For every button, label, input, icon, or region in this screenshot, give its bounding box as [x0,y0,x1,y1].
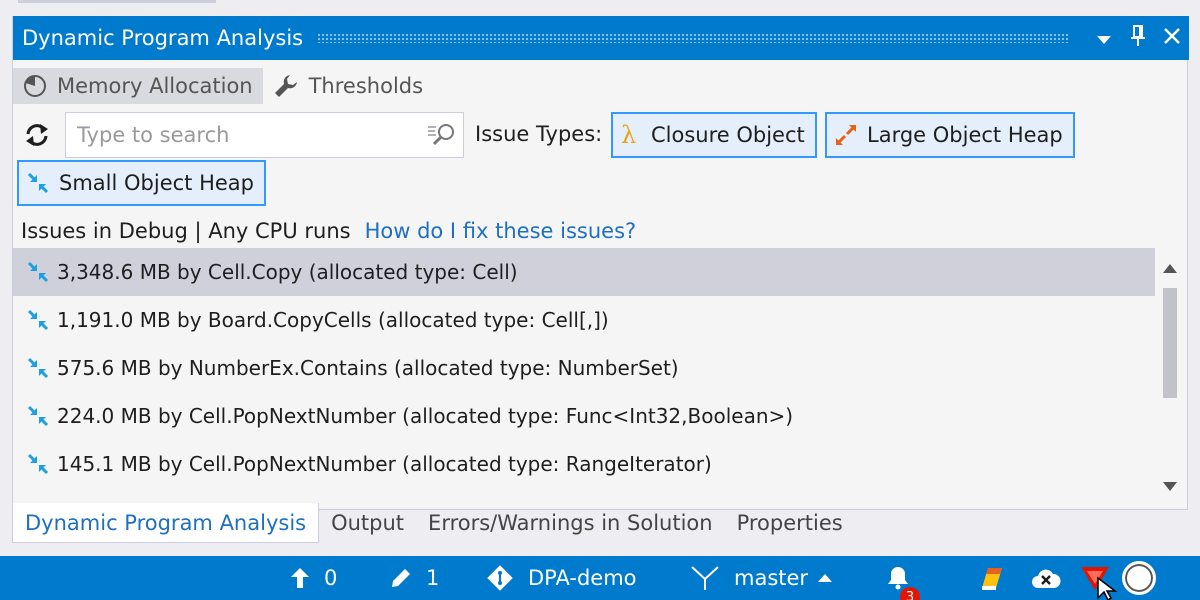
refresh-icon[interactable] [23,122,51,152]
wrench-icon [273,73,299,99]
notification-badge: 3 [900,587,920,600]
pin-icon [1130,24,1146,52]
list-item[interactable]: 1,191.0 MB by Board.CopyCells (allocated… [13,296,1155,344]
branch-status[interactable]: master [690,556,833,600]
scroll-thumb[interactable] [1163,288,1177,398]
dynamic-program-analysis-panel: Dynamic Program Analysis Memory Allocati… [12,16,1189,510]
issues-list: 3,348.6 MB by Cell.Copy (allocated type:… [13,248,1155,498]
compress-arrows-icon [27,453,49,475]
panel-titlebar[interactable]: Dynamic Program Analysis [13,16,1189,60]
compress-arrows-icon [27,261,49,283]
issue-text: 224.0 MB by Cell.PopNextNumber (allocate… [57,404,794,428]
top-strip [0,0,1200,16]
top-strip-stub [18,0,216,3]
chip-closure-object[interactable]: λ Closure Object [611,112,817,158]
tab-memory-allocation[interactable]: Memory Allocation [13,68,263,104]
list-item[interactable]: 3,348.6 MB by Cell.Copy (allocated type:… [13,248,1155,296]
close-icon [1163,26,1181,50]
compress-arrows-icon [27,172,49,194]
repo-status[interactable]: DPA-demo [486,556,637,600]
list-item[interactable]: 224.0 MB by Cell.PopNextNumber (allocate… [13,392,1155,440]
tab-label: Thresholds [308,74,424,98]
search-input[interactable] [66,113,406,157]
tab-properties[interactable]: Properties [725,503,855,543]
issue-text: 3,348.6 MB by Cell.Copy (allocated type:… [57,260,518,284]
notifications[interactable]: 3 [886,556,920,600]
status-circle-icon [1122,561,1156,595]
help-link[interactable]: How do I fix these issues? [365,219,637,243]
pie-chart-icon [23,74,47,98]
list-item[interactable]: 575.6 MB by NumberEx.Contains (allocated… [13,344,1155,392]
compress-arrows-icon [27,309,49,331]
titlebar-grip[interactable] [317,33,1069,43]
panel-title: Dynamic Program Analysis [22,26,304,50]
pin-button[interactable] [1121,16,1155,60]
mouse-cursor [1096,556,1118,600]
toolbar: Issue Types: λ Closure Object Large Obje… [13,110,1189,206]
issues-summary: Issues in Debug | Any CPU runs How do I f… [21,219,636,243]
edit-count: 1 [426,566,440,590]
issue-text: 1,191.0 MB by Board.CopyCells (allocated… [57,308,609,332]
cloud-sync-button[interactable] [1030,556,1062,600]
cloud-icon [1030,566,1062,590]
lambda-icon: λ [621,123,641,147]
expand-arrows-icon [835,124,857,146]
dropdown-button[interactable] [1087,16,1121,60]
compress-arrows-icon [27,405,49,427]
chip-label: Large Object Heap [867,123,1063,147]
search-box [65,112,464,158]
search-icon[interactable] [427,122,457,152]
chip-small-object-heap[interactable]: Small Object Heap [17,160,266,206]
issue-text: 575.6 MB by NumberEx.Contains (allocated… [57,356,679,380]
cursor-icon [1096,576,1118,600]
profiler-icon [978,564,1006,592]
compress-arrows-icon [27,357,49,379]
tab-dynamic-program-analysis[interactable]: Dynamic Program Analysis [12,503,320,543]
scroll-up-icon[interactable] [1162,260,1178,279]
profiler-button[interactable] [978,556,1006,600]
arrow-up-icon [290,567,310,589]
bell-icon: 3 [886,565,920,600]
chevron-down-icon [1097,26,1111,50]
issues-scrollbar[interactable] [1159,256,1181,496]
issue-types-label: Issue Types: [475,122,603,146]
chip-large-object-heap[interactable]: Large Object Heap [825,112,1075,158]
git-branch-icon [690,565,720,591]
svg-text:λ: λ [621,123,636,147]
chevron-up-icon [818,573,833,583]
pencil-icon [390,567,412,589]
push-status[interactable]: 0 [290,556,337,600]
close-button[interactable] [1155,16,1189,60]
edit-status[interactable]: 1 [390,556,439,600]
list-item[interactable]: 145.1 MB by Cell.PopNextNumber (allocate… [13,440,1155,488]
status-bar: 0 1 DPA-demo master 3 [0,556,1200,600]
status-circle[interactable] [1122,556,1156,600]
tab-label: Memory Allocation [57,74,253,98]
push-count: 0 [324,566,338,590]
tab-thresholds[interactable]: Thresholds [263,68,433,104]
panel-tabs: Memory Allocation Thresholds [13,68,433,104]
scroll-down-icon[interactable] [1162,477,1178,496]
tab-errors-warnings[interactable]: Errors/Warnings in Solution [416,503,725,543]
bottom-tab-strip: Dynamic Program Analysis Output Errors/W… [12,503,855,543]
repo-name: DPA-demo [528,566,637,590]
chip-label: Closure Object [651,123,805,147]
issue-text: 145.1 MB by Cell.PopNextNumber (allocate… [57,452,712,476]
git-repo-icon [486,564,514,592]
tab-output[interactable]: Output [319,503,416,543]
branch-name: master [734,566,809,590]
summary-text: Issues in Debug | Any CPU runs [21,219,351,243]
chip-label: Small Object Heap [59,171,254,195]
